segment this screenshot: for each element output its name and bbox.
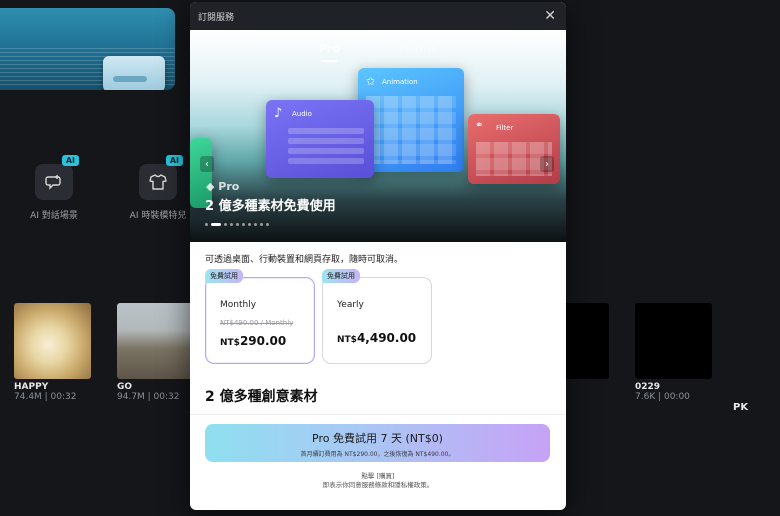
tool-label: AI 對話場景 [30, 211, 78, 221]
filter-circles-icon: ⚭ [475, 120, 484, 131]
carousel-dot[interactable] [254, 223, 257, 226]
carousel-dot[interactable] [224, 223, 227, 226]
media-thumbnail [117, 303, 194, 379]
subscription-dialog: 訂閱服務 ✕ Pro Teams ✩ Animation ♪ Audio ⚭ F… [190, 2, 566, 510]
plan-name: Yearly [337, 300, 364, 310]
start-free-trial-button[interactable]: Pro 免費試用 7 天 (NT$0) 首月續訂費用為 NT$290.00，之後… [205, 424, 550, 462]
template-banner[interactable] [0, 8, 175, 90]
plan-price: NT$290.00 [220, 334, 287, 348]
media-name: 0229 [635, 382, 661, 392]
media-item[interactable]: GO 94.7M | 00:32 [117, 303, 194, 402]
media-thumbnail [635, 303, 712, 379]
banner-preview-card [103, 56, 165, 90]
feature-card-audio: ♪ Audio [266, 100, 374, 178]
plan-price: NT$4,490.00 [337, 331, 417, 345]
dialog-header: 訂閱服務 ✕ [190, 2, 566, 30]
terms-line: 點擊 [購買] [361, 472, 395, 480]
divider [190, 414, 566, 415]
tool-ai-chat-scene[interactable]: AI AI 對話場景 [9, 155, 99, 221]
media-meta: 94.7M | 00:32 [117, 392, 180, 402]
carousel-dot[interactable] [236, 223, 239, 226]
carousel-dot[interactable] [266, 223, 269, 226]
feature-card-filter: ⚭ Filter [468, 114, 560, 184]
carousel-dot[interactable] [248, 223, 251, 226]
media-name: HAPPY [14, 382, 49, 392]
close-icon[interactable]: ✕ [544, 9, 556, 23]
plan-tabs: Pro Teams [190, 42, 566, 62]
plan-card-yearly[interactable]: 免費試用 Yearly NT$4,490.00 [322, 269, 432, 364]
plan-description: 可透過桌面、行動裝置和網頁存取，隨時可取消。 [205, 255, 404, 265]
cta-label: Pro 免費試用 7 天 (NT$0) [312, 432, 443, 445]
hero-carousel: Pro Teams ✩ Animation ♪ Audio ⚭ Filter ‹… [190, 30, 566, 242]
watermark-logo: PK [733, 402, 749, 413]
hero-headline: 2 億多種素材免費使用 [205, 199, 336, 214]
media-name: GO [117, 382, 133, 392]
carousel-prev-button[interactable]: ‹ [200, 156, 214, 172]
media-meta: 7.6K | 00:00 [635, 392, 690, 402]
plan-name: Monthly [220, 300, 257, 310]
original-price: NT$490.00 / Monthly [220, 319, 294, 327]
terms-notice: 點擊 [購買] 即表示你同意服務條款和隱私權政策。 [190, 472, 566, 491]
tab-pro[interactable]: Pro [319, 42, 340, 62]
ai-badge: AI [165, 155, 183, 166]
section-title: 2 億多種創意素材 [205, 389, 318, 405]
media-item[interactable]: 0229 7.6K | 00:00 [635, 303, 712, 402]
carousel-dot-active[interactable] [211, 223, 221, 226]
carousel-dot[interactable] [260, 223, 263, 226]
free-trial-badge: 免費試用 [322, 269, 360, 283]
carousel-dot[interactable] [242, 223, 245, 226]
tab-teams[interactable]: Teams [398, 42, 437, 55]
cta-subtext: 首月續訂費用為 NT$290.00，之後恢復為 NT$490.00。 [300, 451, 455, 458]
music-note-icon: ♪ [274, 106, 283, 121]
plan-options: 免費試用 Monthly NT$490.00 / Monthly NT$290.… [205, 269, 551, 364]
carousel-indicator [205, 223, 269, 226]
carousel-next-button[interactable]: › [540, 156, 554, 172]
terms-link[interactable]: 即表示你同意服務條款和隱私權政策。 [323, 481, 434, 489]
tshirt-icon: AI [139, 155, 183, 200]
media-thumbnail [14, 303, 91, 379]
carousel-dot[interactable] [205, 223, 208, 226]
ai-badge: AI [61, 155, 79, 166]
free-trial-badge: 免費試用 [205, 269, 243, 283]
dialog-title: 訂閱服務 [198, 12, 235, 23]
chat-add-icon: AI [35, 155, 79, 200]
star-icon: ✩ [366, 75, 376, 88]
media-meta: 74.4M | 00:32 [14, 392, 77, 402]
plan-card-monthly[interactable]: 免費試用 Monthly NT$490.00 / Monthly NT$290.… [205, 269, 315, 364]
diamond-icon: ◆ [206, 180, 219, 193]
media-item[interactable]: HAPPY 74.4M | 00:32 [14, 303, 91, 402]
pro-tag: ◆ Pro [206, 180, 240, 193]
carousel-dot[interactable] [230, 223, 233, 226]
